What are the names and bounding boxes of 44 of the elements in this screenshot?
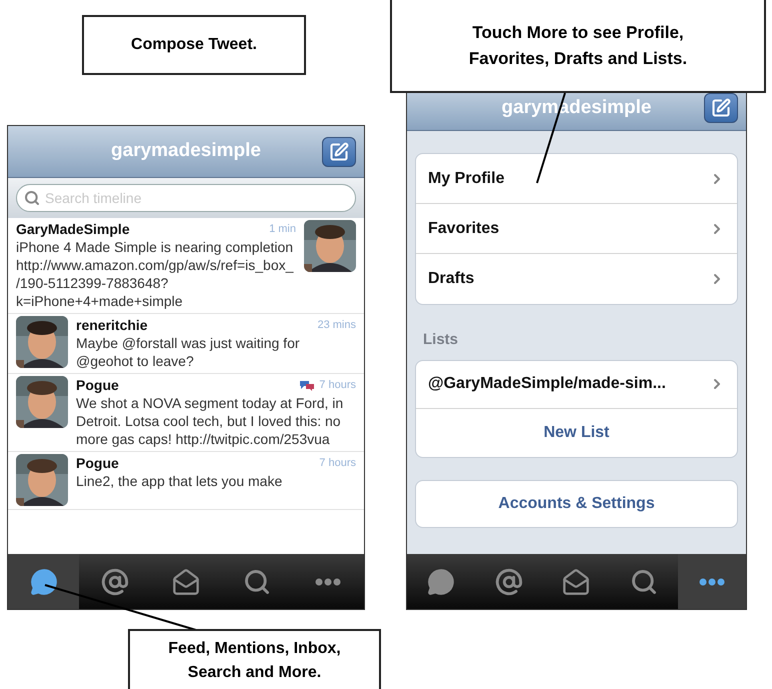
tweet-text: iPhone 4 Made Simple is nearing completion http://www.amazon.com/gp/aw/s/ref=is_box_/190-5112399-7883648?k=iPhone+4+made+simple [16, 238, 294, 310]
tweet-author: reneritchie [76, 316, 149, 334]
search-icon [243, 568, 272, 596]
menu-item[interactable]: My Profile [416, 154, 737, 204]
speech-bubble-icon [426, 568, 455, 596]
at-sign-icon [494, 568, 523, 596]
tweet-time: 7 hours [319, 378, 356, 393]
tweet-text: Maybe @forstall was just waiting for @geohot to leave? [76, 334, 301, 370]
envelope-icon [562, 568, 590, 596]
section-label: Lists [423, 330, 460, 350]
screen-title: garymadesimple [111, 139, 261, 164]
more-icon [315, 578, 342, 586]
compose-icon [329, 142, 349, 162]
tab[interactable] [8, 554, 80, 609]
callout-text: Compose Tweet. [131, 35, 257, 55]
tweet-author: GaryMadeSimple [16, 220, 131, 238]
menu-item[interactable]: Drafts [416, 254, 737, 304]
search-icon [630, 568, 658, 596]
tab[interactable] [678, 554, 746, 609]
tweet[interactable]: Pogue 7 hours We shot a NOVA segment today at Ford, in Detroit. Lotsa cool tech, but I loved this: no more gas caps! http://twitpic.com/253vua [8, 374, 364, 452]
accounts-settings-button[interactable]: Accounts & Settings [415, 480, 738, 528]
tweet-time: 23 mins [317, 318, 356, 333]
speech-bubble-icon [30, 568, 58, 596]
tweet-text: We shot a NOVA segment today at Ford, in Detroit. Lotsa cool tech, but I loved this: no more gas caps! http://twitpic.com/253vua [76, 394, 344, 448]
at-sign-icon [100, 568, 129, 596]
compose-icon [711, 98, 731, 118]
more-icon [699, 578, 726, 586]
new-list-button[interactable]: New List [416, 408, 737, 456]
envelope-icon [172, 568, 200, 596]
search-icon [24, 190, 40, 206]
callout-text: Feed, Mentions, Inbox, Search and More. [168, 639, 341, 683]
tweet[interactable]: Pogue 7 hours Line2, the app that lets you make [8, 452, 364, 510]
tweet-text: Line2, the app that lets you make [76, 472, 284, 490]
callout-text: Touch More to see Profile, Favorites, Drafts and Lists. [468, 22, 688, 70]
tweet[interactable]: GaryMadeSimple 1 min iPhone 4 Made Simple is nearing completion http://www.amazon.com/gp/aw/s/ref=is_box_/190-5112399-7883648?k=iPhone+4+made+simple [8, 218, 364, 314]
menu-item[interactable]: Favorites [416, 204, 737, 254]
tweet-time: 7 hours [319, 456, 356, 471]
tweet[interactable]: reneritchie 23 mins Maybe @forstall was just waiting for @geohot to leave? [8, 314, 364, 374]
tweet-author: Pogue [76, 376, 120, 394]
list-item[interactable]: @GaryMadeSimple/made-sim... [416, 360, 737, 408]
tweet-time: 1 min [269, 222, 296, 237]
compose-button[interactable] [704, 93, 738, 123]
tweet-author: Pogue [76, 454, 120, 472]
compose-button[interactable] [322, 136, 356, 166]
